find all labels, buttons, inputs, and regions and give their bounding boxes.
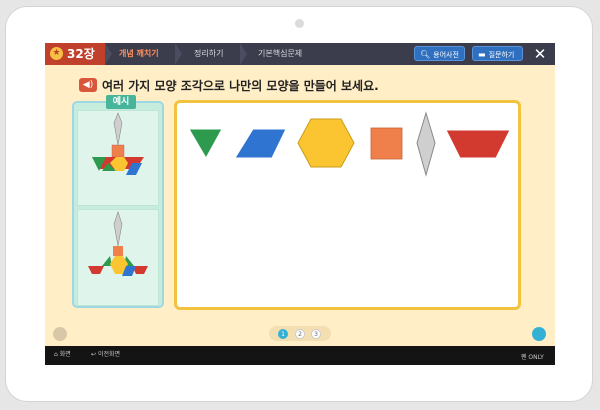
trapezoid-shape: [445, 129, 511, 159]
dictionary-label: 용어사전: [433, 51, 459, 59]
parallelogram-shape: [234, 128, 287, 159]
tab-concept[interactable]: 개념 깨치기: [119, 43, 159, 65]
page-dot-2[interactable]: 2: [295, 329, 305, 339]
app-screen: ★ 32장 개념 깨치기 정리하기 기본핵심문제 🔍︎ 용어사전 ▬ 질문하기 ✕ …: [45, 43, 555, 365]
example-figure-2: [88, 211, 148, 276]
question-button[interactable]: ▬ 질문하기: [472, 46, 523, 61]
back-button[interactable]: ↩ 이전화면: [91, 349, 120, 358]
dictionary-button[interactable]: 🔍︎ 용어사전: [414, 46, 465, 61]
tab-separator: [175, 43, 182, 65]
rhombus-shape: [416, 111, 436, 177]
triangle-shape: [188, 128, 223, 160]
shape-palette: [188, 111, 511, 177]
camera-dot: [295, 19, 304, 28]
pen-label: 펜 ONLY: [521, 354, 544, 361]
example-tag: 예시: [106, 95, 136, 109]
chapter-label: 32장: [67, 47, 95, 61]
search-icon: 🔍︎: [420, 50, 431, 59]
speaker-icon[interactable]: ◀): [79, 78, 97, 92]
page-dot-3[interactable]: 3: [311, 329, 321, 339]
question-label: 질문하기: [488, 51, 515, 59]
example-card-1: [77, 110, 159, 206]
tab-separator: [105, 43, 112, 65]
home-label: 화면: [59, 351, 71, 358]
square-shape: [370, 127, 403, 160]
prev-page-button[interactable]: [53, 327, 67, 341]
close-icon[interactable]: ✕: [532, 45, 548, 63]
hexagon-shape: [297, 118, 355, 168]
next-page-button[interactable]: [532, 327, 546, 341]
tab-separator: [240, 43, 247, 65]
back-icon: ↩: [91, 351, 97, 358]
tab-core-problems[interactable]: 기본핵심문제: [258, 43, 302, 65]
top-bar: ★ 32장 개념 깨치기 정리하기 기본핵심문제 🔍︎ 용어사전 ▬ 질문하기 ✕: [45, 43, 555, 65]
home-icon: ⌂: [54, 351, 58, 358]
home-button[interactable]: ⌂ 화면: [54, 349, 71, 358]
chapter-badge: ★ 32장: [45, 43, 105, 65]
tab-summary[interactable]: 정리하기: [194, 43, 223, 65]
chat-icon: ▬: [478, 50, 486, 59]
work-area[interactable]: [174, 100, 521, 310]
back-label: 이전화면: [97, 351, 121, 358]
system-bar: ⌂ 화면 ↩ 이전화면 펜 ONLY: [45, 346, 555, 365]
example-card-2: [77, 209, 159, 306]
page-dot-1[interactable]: 1: [278, 329, 288, 339]
example-figure-1: [92, 112, 144, 175]
instruction-text: 여러 가지 모양 조각으로 나만의 모양을 만들어 보세요.: [102, 79, 379, 93]
medal-icon: ★: [50, 47, 63, 60]
pen-only-toggle[interactable]: 펜 ONLY: [521, 352, 544, 361]
